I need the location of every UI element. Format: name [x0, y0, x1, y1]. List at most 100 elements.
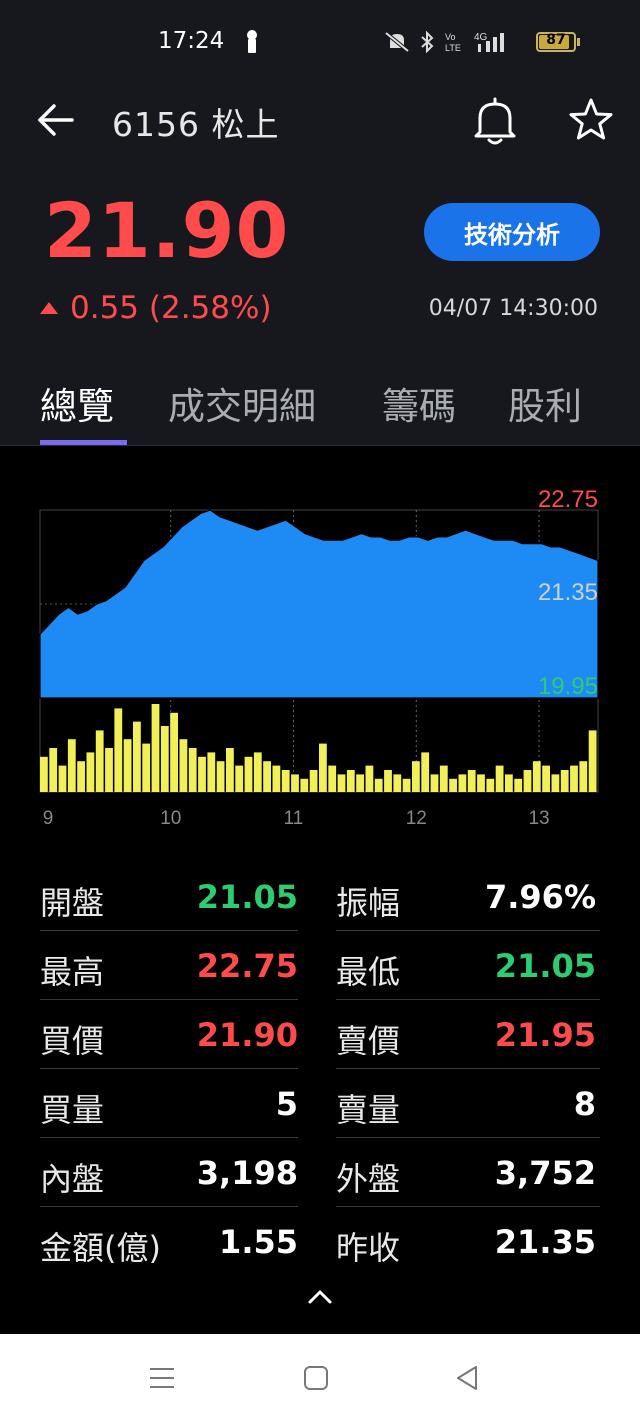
volume-bar	[133, 721, 141, 792]
back-arrow-icon[interactable]	[36, 100, 76, 140]
status-bar: 17:24 Vo LTE 4G 87	[0, 0, 640, 84]
technical-analysis-button[interactable]: 技術分析	[424, 203, 600, 261]
tabs-divider	[0, 445, 640, 446]
volume-bar	[244, 756, 253, 792]
stats-row: 最高 22.75 最低 21.05	[40, 931, 600, 1000]
y-label-low: 19.95	[538, 673, 598, 700]
volume-bar	[216, 761, 225, 792]
volume-bar	[160, 726, 169, 792]
volume-bar	[523, 770, 532, 792]
volume-bar	[514, 778, 523, 792]
price-change-value: 0.55 (2.58%)	[70, 290, 272, 326]
mute-icon	[384, 31, 410, 53]
star-icon[interactable]	[567, 96, 615, 144]
stat-value: 1.55	[219, 1223, 298, 1261]
svg-text:LTE: LTE	[445, 43, 461, 53]
volume-bar	[319, 743, 327, 792]
volume-bar	[430, 774, 439, 792]
battery-level: 87	[546, 32, 566, 48]
volume-bar	[67, 739, 76, 792]
bell-icon[interactable]	[472, 96, 518, 146]
volume-bar	[439, 765, 448, 792]
price-area	[39, 509, 599, 699]
stat-value: 21.05	[196, 878, 298, 916]
svg-text:4G: 4G	[474, 32, 488, 43]
volume-bar	[421, 752, 430, 792]
stats-row: 開盤 21.05 振幅 7.96%	[40, 862, 600, 931]
intraday-chart[interactable]: 22.75 21.35 19.95 9 10 11 12 13	[0, 470, 640, 840]
volume-bar	[86, 752, 95, 792]
volume-bar	[393, 774, 402, 792]
volume-bar	[95, 730, 104, 792]
stat-label: 最低	[336, 953, 401, 991]
stat-label: 內盤	[40, 1160, 105, 1198]
x-tick-label: 13	[528, 808, 549, 829]
volume-bar	[114, 708, 123, 792]
stat-label: 振幅	[336, 884, 401, 922]
y-label-mid: 21.35	[538, 579, 598, 606]
stat-label: 賣價	[336, 1022, 401, 1060]
stat-label: 開盤	[40, 884, 105, 922]
volume-bar	[560, 770, 569, 792]
x-tick-label: 9	[43, 808, 54, 829]
volume-bars	[40, 704, 597, 792]
battery-icon: 87	[536, 32, 576, 52]
volume-bar	[151, 704, 160, 792]
volume-bar	[105, 748, 113, 792]
stats-table: 開盤 21.05 振幅 7.96% 最高 22.75 最低 21.05 買價 21.90 賣價 21.…	[40, 862, 600, 1276]
volume-bar	[579, 761, 588, 792]
volume-bar	[346, 770, 355, 792]
volume-bar	[40, 756, 48, 792]
y-label-high: 22.75	[538, 486, 598, 513]
tab-chips[interactable]: 籌碼	[382, 376, 456, 430]
volume-bar	[477, 774, 485, 792]
home-icon[interactable]	[302, 1364, 330, 1392]
volume-bar	[77, 761, 85, 792]
bluetooth-icon	[421, 31, 434, 53]
stat-label: 賣量	[336, 1091, 401, 1129]
volume-bar	[300, 778, 309, 792]
lock-icon	[247, 30, 257, 53]
stat-value: 3,198	[196, 1154, 298, 1192]
volume-bar	[570, 765, 578, 792]
tab-trade-details[interactable]: 成交明細	[168, 376, 316, 430]
volume-bar	[486, 778, 495, 792]
system-nav-bar	[0, 1334, 640, 1422]
stat-label: 買價	[40, 1022, 105, 1060]
stat-value: 7.96%	[484, 878, 596, 916]
stock-title: 6156 松上	[112, 105, 280, 144]
stat-value: 21.05	[494, 947, 596, 985]
stat-value: 8	[573, 1085, 596, 1123]
volume-bar	[123, 739, 132, 792]
svg-text:Vo: Vo	[445, 32, 456, 42]
stat-value: 21.95	[494, 1016, 596, 1054]
stat-label: 買量	[40, 1091, 105, 1129]
volume-bar	[384, 770, 392, 792]
stats-row: 內盤 3,198 外盤 3,752	[40, 1138, 600, 1207]
stat-value: 21.35	[494, 1223, 596, 1261]
volte-icon: Vo LTE	[445, 32, 461, 53]
tab-bar: 總覽 成交明細 籌碼 股利	[0, 370, 640, 446]
current-price: 21.90	[44, 186, 290, 275]
volume-bar	[551, 774, 560, 792]
price-change: 0.55 (2.58%)	[40, 290, 272, 326]
stat-value: 3,752	[494, 1154, 596, 1192]
chevron-up-icon[interactable]	[306, 1286, 334, 1306]
stat-value: 21.90	[196, 1016, 298, 1054]
volume-bar	[188, 748, 197, 792]
volume-bar	[309, 770, 318, 792]
tab-dividends[interactable]: 股利	[508, 376, 582, 430]
volume-bar	[291, 774, 299, 792]
x-tick-label: 11	[284, 808, 304, 829]
volume-bar	[412, 761, 420, 792]
4g-signal-icon: 4G	[474, 32, 504, 52]
volume-bar	[263, 761, 271, 792]
volume-bar	[281, 770, 290, 792]
volume-bar	[226, 748, 234, 792]
back-triangle-icon[interactable]	[454, 1364, 482, 1392]
volume-bar	[142, 743, 151, 792]
menu-icon[interactable]	[148, 1364, 176, 1392]
tab-overview[interactable]: 總覽	[40, 376, 114, 430]
x-axis-ticks: 9 10 11 12 13	[43, 808, 550, 829]
volume-bar	[328, 765, 337, 792]
